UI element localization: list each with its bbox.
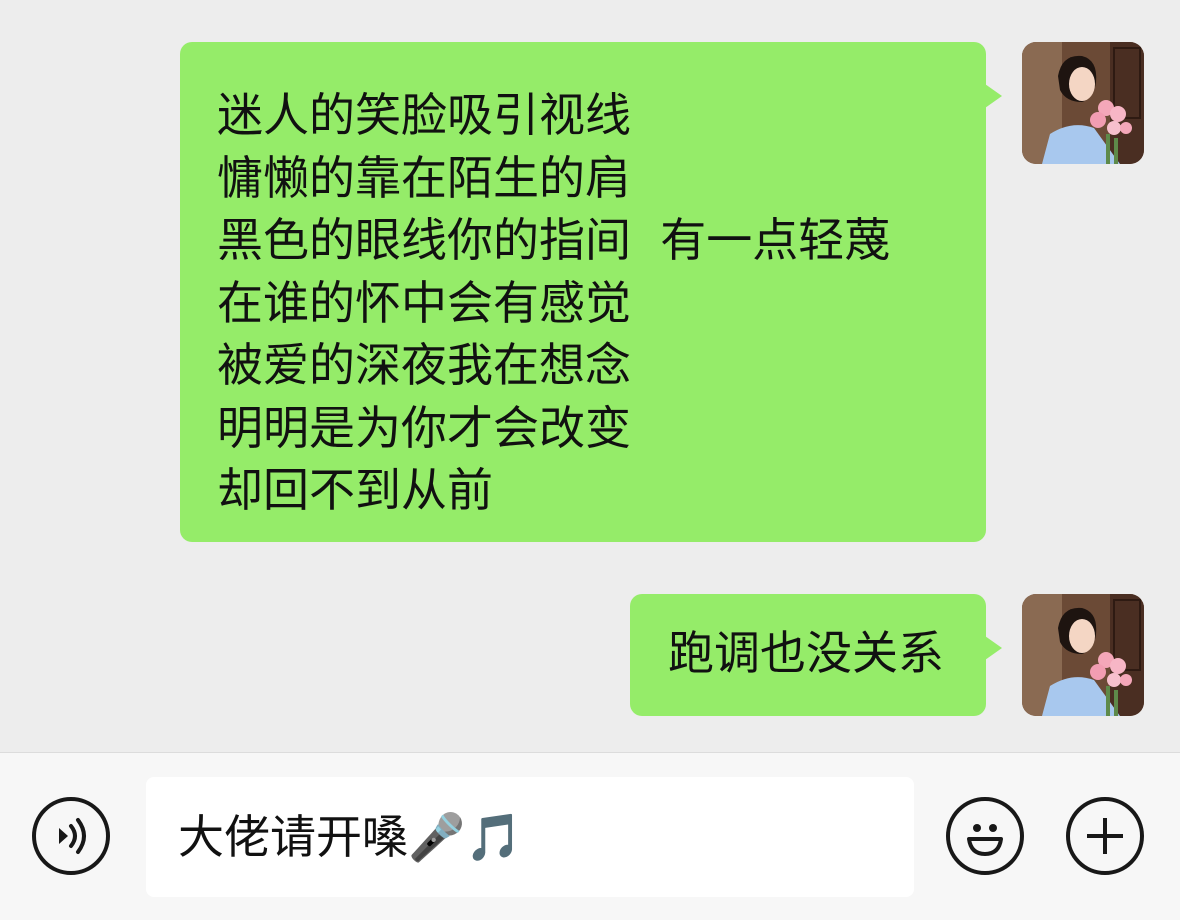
avatar[interactable] (1022, 42, 1144, 164)
chat-message-area: 迷人的笑脸吸引视线 慵懒的靠在陌生的肩 黑色的眼线你的指间 有一点轻蔑 在谁的怀… (0, 0, 1180, 752)
voice-button[interactable] (32, 797, 110, 875)
message-bubble[interactable]: 迷人的笑脸吸引视线 慵懒的靠在陌生的肩 黑色的眼线你的指间 有一点轻蔑 在谁的怀… (180, 42, 1002, 542)
message-row: 跑调也没关系 (630, 594, 1144, 716)
message-line: 黑色的眼线你的指间 有一点轻蔑 (217, 213, 891, 267)
emoji-button[interactable] (946, 797, 1024, 875)
input-bar: 大佬请开嗓🎤🎵 (0, 752, 1180, 920)
avatar[interactable] (1022, 594, 1144, 716)
avatar-photo (1022, 594, 1144, 716)
smiley-face-icon (967, 824, 1003, 856)
message-input[interactable]: 大佬请开嗓🎤🎵 (146, 777, 914, 897)
avatar-photo (1022, 42, 1144, 164)
message-text: 跑调也没关系 (668, 626, 944, 680)
message-line: 被爱的深夜我在想念 (217, 338, 631, 392)
message-row: 迷人的笑脸吸引视线 慵懒的靠在陌生的肩 黑色的眼线你的指间 有一点轻蔑 在谁的怀… (180, 42, 1144, 542)
message-line: 迷人的笑脸吸引视线 (217, 88, 631, 142)
message-line: 慵懒的靠在陌生的肩 (217, 150, 631, 205)
plus-icon (1087, 818, 1123, 854)
voice-icon (59, 818, 86, 854)
message-line: 在谁的怀中会有感觉 (217, 275, 631, 330)
message-line: 明明是为你才会改变 (217, 400, 631, 455)
more-button[interactable] (1066, 797, 1144, 875)
message-input-value: 大佬请开嗓🎤🎵 (178, 810, 523, 864)
message-bubble[interactable]: 跑调也没关系 (630, 594, 1002, 716)
message-line: 却回不到从前 (217, 463, 493, 517)
